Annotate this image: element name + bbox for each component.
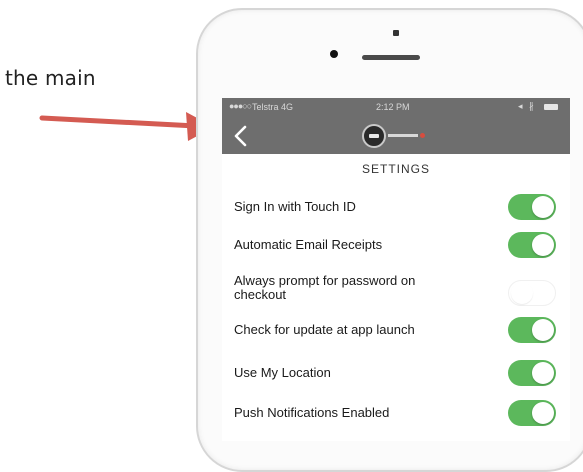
phone-screen: ●●●○○ Telstra 4G 2:12 PM ◂ ∦ SETTINGS Si… [222, 98, 570, 441]
email-receipts-toggle[interactable] [508, 232, 556, 258]
sensor-dot [393, 30, 399, 36]
toggle-knob [532, 362, 554, 384]
status-time: 2:12 PM [376, 102, 410, 112]
push-notifications-toggle[interactable] [508, 400, 556, 426]
status-bar: ●●●○○ Telstra 4G 2:12 PM ◂ ∦ [222, 101, 570, 115]
logo-wordmark [388, 134, 418, 137]
password-prompt-toggle[interactable] [508, 280, 556, 306]
setting-label: Use My Location [234, 365, 331, 380]
toggle-knob [532, 319, 554, 341]
location-bluetooth-icons: ◂ ∦ [518, 101, 536, 111]
location-toggle[interactable] [508, 360, 556, 386]
toggle-knob [532, 196, 554, 218]
earpiece-speaker [362, 55, 420, 60]
logo-accent-dot [420, 133, 425, 138]
back-button[interactable] [232, 124, 252, 148]
setting-label: Sign In with Touch ID [234, 199, 356, 214]
settings-title: SETTINGS [361, 162, 430, 176]
chevron-left-icon [234, 125, 247, 147]
touch-id-toggle[interactable] [508, 194, 556, 220]
signal-strength-icon: ●●●○○ [229, 101, 252, 111]
update-check-toggle[interactable] [508, 317, 556, 343]
app-logo-icon [362, 124, 386, 148]
camera-icon [330, 50, 338, 58]
setting-label: Always prompt for password on checkout [234, 273, 416, 302]
toggle-knob [532, 402, 554, 424]
carrier-label: Telstra 4G [252, 102, 294, 112]
battery-icon [544, 104, 558, 110]
setting-label: Check for update at app launch [234, 322, 415, 337]
toggle-knob [511, 282, 533, 304]
setting-label: Automatic Email Receipts [234, 237, 383, 252]
navigation-bar: ●●●○○ Telstra 4G 2:12 PM ◂ ∦ [222, 98, 570, 154]
setting-label: Push Notifications Enabled [234, 405, 390, 420]
toggle-knob [532, 234, 554, 256]
